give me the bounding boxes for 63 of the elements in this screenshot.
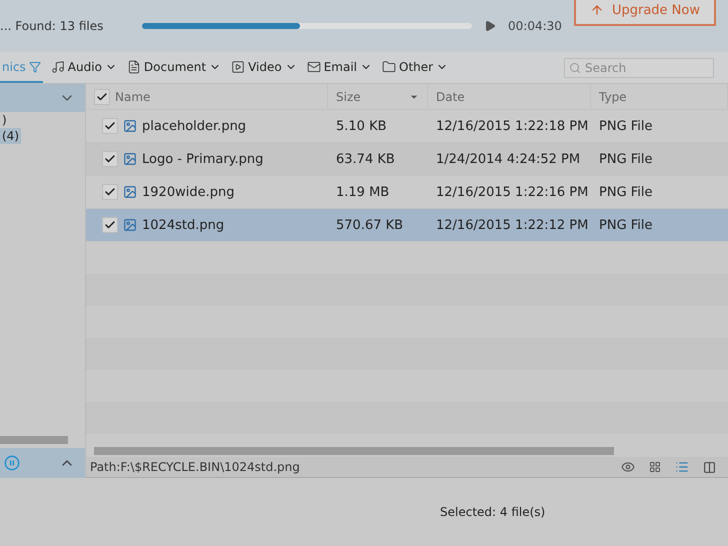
checkbox[interactable]	[94, 88, 110, 104]
play-icon[interactable]	[484, 20, 496, 32]
scan-status: ... Found: 13 files	[0, 19, 104, 33]
file-name: 1024std.png	[142, 218, 224, 232]
document-icon	[126, 60, 141, 74]
checkmark-icon	[104, 219, 116, 231]
image-file-icon	[123, 218, 137, 232]
column-header[interactable]: Name	[86, 84, 328, 109]
sidebar-item[interactable]: )	[0, 112, 9, 128]
video-icon	[231, 60, 246, 74]
checkbox[interactable]	[102, 151, 118, 167]
search-field[interactable]: Search	[564, 58, 714, 78]
search-icon	[569, 62, 581, 74]
category-tab[interactable]: Email	[304, 52, 374, 83]
column-header[interactable]: Date	[428, 84, 591, 109]
eye-icon[interactable]	[621, 460, 635, 474]
arrow-up-icon	[590, 3, 604, 17]
file-size: 63.74 KB	[335, 152, 396, 166]
category-tab[interactable]: Video	[229, 52, 299, 83]
folder-icon	[382, 60, 396, 74]
category-tab[interactable]: Audio	[48, 52, 119, 83]
elapsed-time: 00:04:30	[508, 19, 562, 33]
file-name: placeholder.png	[142, 118, 246, 134]
file-name: Logo - Primary.png	[142, 152, 264, 166]
file-date: 12/16/2015 1:22:12 PM	[435, 218, 590, 232]
file-row[interactable]: Logo - Primary.png 63.74 KB 1/24/2014 4:24:52 PM PNG File	[86, 143, 728, 176]
file-date: 12/16/2015 1:22:18 PM	[435, 118, 590, 134]
image-file-icon	[123, 185, 137, 199]
filter-icon	[28, 60, 41, 72]
checkmark-icon	[96, 90, 108, 102]
file-type: PNG File	[598, 152, 654, 166]
column-header[interactable]: Type	[591, 84, 728, 109]
file-date: 1/24/2014 4:24:52 PM	[435, 152, 582, 166]
selected-count: Selected: 4 file(s)	[440, 505, 546, 519]
scrollbar-thumb[interactable]	[0, 436, 68, 444]
file-size: 570.67 KB	[335, 218, 404, 232]
sidebar-item[interactable]: (4)	[0, 128, 21, 144]
audio-icon	[50, 60, 65, 74]
image-file-icon	[123, 152, 137, 166]
file-size: 1.19 MB	[335, 184, 390, 200]
file-size: 5.10 KB	[335, 118, 388, 134]
file-date: 12/16/2015 1:22:16 PM	[435, 184, 590, 200]
file-name: 1920wide.png	[142, 184, 234, 200]
category-tab[interactable]: Document	[124, 52, 224, 83]
checkbox[interactable]	[102, 184, 118, 200]
image-file-icon	[123, 119, 137, 133]
checkbox[interactable]	[102, 118, 118, 134]
checkmark-icon	[104, 186, 116, 198]
checkmark-icon	[104, 120, 116, 132]
file-type: PNG File	[598, 218, 654, 232]
file-type: PNG File	[598, 118, 654, 134]
file-path: Path:F:\$RECYCLE.BIN\1024std.png	[90, 460, 300, 474]
email-icon	[306, 60, 321, 74]
checkmark-icon	[104, 153, 116, 165]
columns-view-icon[interactable]	[703, 460, 716, 474]
grid-view-icon[interactable]	[649, 461, 661, 473]
file-row[interactable]: 1024std.png 570.67 KB 12/16/2015 1:22:12 PM PNG File	[86, 209, 728, 242]
category-tab[interactable]: Other	[380, 52, 450, 83]
file-type: PNG File	[598, 184, 654, 200]
checkbox[interactable]	[102, 217, 118, 233]
list-view-icon[interactable]	[675, 460, 689, 474]
scrollbar-thumb[interactable]	[94, 447, 614, 455]
column-header[interactable]: Size	[328, 84, 428, 109]
